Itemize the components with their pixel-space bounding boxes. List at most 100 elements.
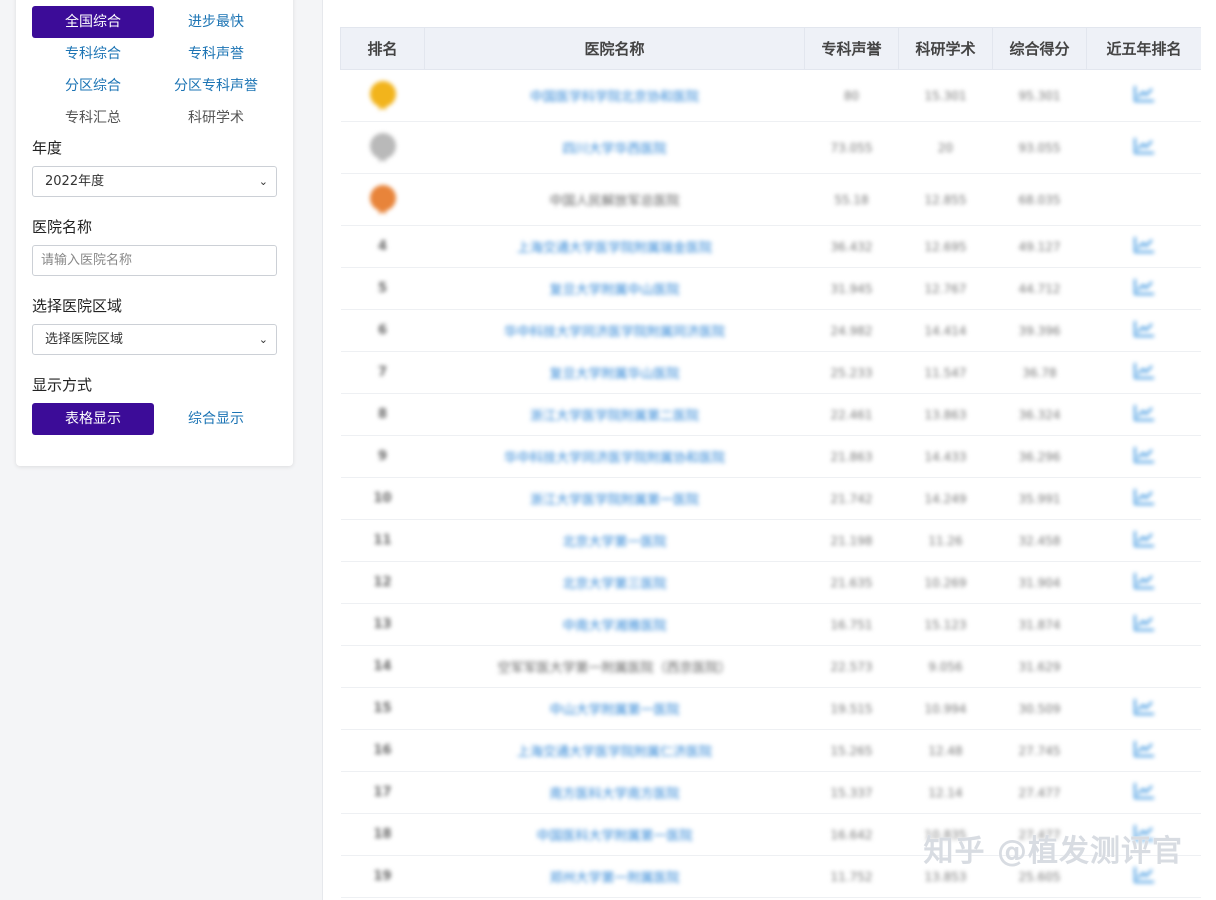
- hospital-name-link[interactable]: 北京大学第三医院: [424, 561, 805, 604]
- line-chart-icon[interactable]: [1133, 530, 1155, 548]
- rank-cell: 14: [340, 645, 425, 688]
- tab-national-overall[interactable]: 全国综合: [32, 6, 154, 38]
- line-chart-icon[interactable]: [1133, 362, 1155, 380]
- research-cell: 12.14: [898, 771, 993, 814]
- table-row: 中国人民解放军总医院 55.18 12.855 68.035: [340, 173, 1201, 226]
- tab-regional-specialty-reputation[interactable]: 分区专科声誉: [155, 70, 277, 102]
- tab-most-improved[interactable]: 进步最快: [155, 6, 277, 38]
- ranking-content: 排名 医院名称 专科声誉 科研学术 综合得分 近五年排名 中国医学科学院北京协和…: [322, 0, 1216, 900]
- line-chart-icon[interactable]: [1133, 572, 1155, 590]
- line-chart-icon[interactable]: [1133, 698, 1155, 716]
- hospital-name-link: 中国人民解放军总医院: [424, 173, 805, 226]
- line-chart-icon[interactable]: [1133, 278, 1155, 296]
- filter-panel: 全国综合 进步最快 专科综合 专科声誉 分区综合 分区专科声誉 专科汇总 科研学…: [16, 0, 293, 466]
- combined-display-button[interactable]: 综合显示: [155, 403, 277, 435]
- hospital-name-link[interactable]: 中南大学湘雅医院: [424, 603, 805, 646]
- line-chart-icon[interactable]: [1133, 137, 1155, 155]
- line-chart-icon[interactable]: [1133, 320, 1155, 338]
- specialty-reputation-cell: 16.642: [804, 813, 899, 856]
- hospital-name-link[interactable]: 中国医学科学院北京协和医院: [424, 69, 805, 122]
- rank-cell: 4: [340, 225, 425, 268]
- total-score-cell: 93.055: [992, 121, 1087, 174]
- header-rank: 排名: [340, 27, 425, 70]
- research-cell: 12.767: [898, 267, 993, 310]
- region-select[interactable]: 选择医院区域 ⌄: [32, 324, 277, 355]
- research-cell: 12.855: [898, 173, 993, 226]
- line-chart-icon[interactable]: [1133, 446, 1155, 464]
- specialty-reputation-cell: 19.515: [804, 687, 899, 730]
- line-chart-icon[interactable]: [1133, 614, 1155, 632]
- table-display-button[interactable]: 表格显示: [32, 403, 154, 435]
- specialty-reputation-cell: 21.198: [804, 519, 899, 562]
- line-chart-icon[interactable]: [1133, 236, 1155, 254]
- hospital-name-label: 医院名称: [32, 218, 93, 236]
- rank-cell: [340, 173, 425, 226]
- tab-specialty-summary[interactable]: 专科汇总: [32, 102, 154, 134]
- research-cell: 15.301: [898, 69, 993, 122]
- table-row: 14 空军军医大学第一附属医院（西京医院） 22.573 9.056 31.629: [340, 645, 1201, 688]
- line-chart-icon[interactable]: [1133, 782, 1155, 800]
- rank-cell: 5: [340, 267, 425, 310]
- header-specialty-reputation: 专科声誉: [804, 27, 899, 70]
- total-score-cell: 31.874: [992, 603, 1087, 646]
- hospital-name-link[interactable]: 中国医科大学附属第一医院: [424, 813, 805, 856]
- research-cell: 11.547: [898, 351, 993, 394]
- total-score-cell: 27.477: [992, 771, 1087, 814]
- rank-cell: 9: [340, 435, 425, 478]
- total-score-cell: 39.396: [992, 309, 1087, 352]
- tab-specialty-reputation[interactable]: 专科声誉: [155, 38, 277, 70]
- hospital-name-link[interactable]: 华中科技大学同济医学院附属同济医院: [424, 309, 805, 352]
- tab-research-academic[interactable]: 科研学术: [155, 102, 277, 134]
- hospital-name-link[interactable]: 浙江大学医学院附属第一医院: [424, 477, 805, 520]
- hospital-name-link[interactable]: 中山大学附属第一医院: [424, 687, 805, 730]
- hospital-name-link[interactable]: 四川大学华西医院: [424, 121, 805, 174]
- total-score-cell: 68.035: [992, 173, 1087, 226]
- rank-cell: 18: [340, 813, 425, 856]
- ranking-table-body: 中国医学科学院北京协和医院 80 15.301 95.301 四川大学华西医院 73.05…: [340, 69, 1201, 898]
- hospital-name-link[interactable]: 复旦大学附属中山医院: [424, 267, 805, 310]
- hospital-name-link[interactable]: 上海交通大学医学院附属瑞金医院: [424, 225, 805, 268]
- hospital-name-input[interactable]: [32, 245, 277, 276]
- line-chart-icon[interactable]: [1133, 488, 1155, 506]
- research-cell: 12.48: [898, 729, 993, 772]
- total-score-cell: 49.127: [992, 225, 1087, 268]
- total-score-cell: 36.324: [992, 393, 1087, 436]
- tab-regional-overall[interactable]: 分区综合: [32, 70, 154, 102]
- total-score-cell: 35.991: [992, 477, 1087, 520]
- hospital-name-link[interactable]: 浙江大学医学院附属第二医院: [424, 393, 805, 436]
- specialty-reputation-cell: 11.752: [804, 855, 899, 898]
- hospital-name-link[interactable]: 上海交通大学医学院附属仁济医院: [424, 729, 805, 772]
- tab-specialty-overall[interactable]: 专科综合: [32, 38, 154, 70]
- watermark: 知乎 @植发测评官: [923, 834, 1183, 869]
- hospital-name-link[interactable]: 郑州大学第一附属医院: [424, 855, 805, 898]
- trend-cell: [1086, 393, 1201, 436]
- table-row: 16 上海交通大学医学院附属仁济医院 15.265 12.48 27.745: [340, 729, 1201, 772]
- hospital-name-link[interactable]: 华中科技大学同济医学院附属协和医院: [424, 435, 805, 478]
- year-select[interactable]: 2022年度 ⌄: [32, 166, 277, 197]
- trend-cell: [1086, 519, 1201, 562]
- table-row: 17 南方医科大学南方医院 15.337 12.14 27.477: [340, 771, 1201, 814]
- display-mode-label: 显示方式: [32, 376, 93, 394]
- hospital-name-link[interactable]: 南方医科大学南方医院: [424, 771, 805, 814]
- line-chart-icon[interactable]: [1133, 85, 1155, 103]
- hospital-name-link[interactable]: 北京大学第一医院: [424, 519, 805, 562]
- table-row: 6 华中科技大学同济医学院附属同济医院 24.982 14.414 39.396: [340, 309, 1201, 352]
- region-select-value: 选择医院区域: [45, 332, 124, 347]
- trend-cell: [1086, 351, 1201, 394]
- specialty-reputation-cell: 22.573: [804, 645, 899, 688]
- research-cell: 12.695: [898, 225, 993, 268]
- chevron-down-icon: ⌄: [258, 175, 268, 188]
- hospital-name-link[interactable]: 复旦大学附属华山医院: [424, 351, 805, 394]
- specialty-reputation-cell: 31.945: [804, 267, 899, 310]
- table-row: 4 上海交通大学医学院附属瑞金医院 36.432 12.695 49.127: [340, 225, 1201, 268]
- total-score-cell: 32.458: [992, 519, 1087, 562]
- table-row: 12 北京大学第三医院 21.635 10.269 31.904: [340, 561, 1201, 604]
- line-chart-icon[interactable]: [1133, 404, 1155, 422]
- table-row: 7 复旦大学附属华山医院 25.233 11.547 36.78: [340, 351, 1201, 394]
- trend-cell: [1086, 729, 1201, 772]
- line-chart-icon[interactable]: [1133, 740, 1155, 758]
- research-cell: 14.249: [898, 477, 993, 520]
- specialty-reputation-cell: 73.055: [804, 121, 899, 174]
- specialty-reputation-cell: 25.233: [804, 351, 899, 394]
- header-total-score: 综合得分: [992, 27, 1087, 70]
